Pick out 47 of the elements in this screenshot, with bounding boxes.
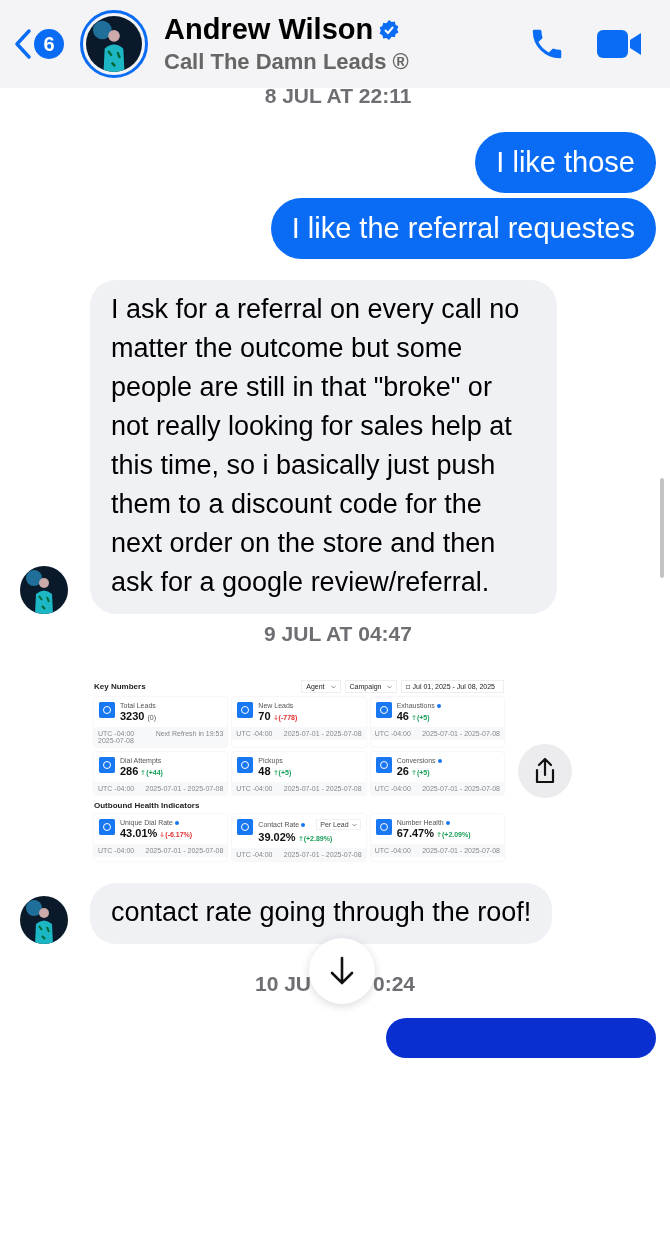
stat-icon bbox=[237, 819, 254, 835]
received-message: contact rate going through the roof! bbox=[90, 883, 553, 944]
chevron-down-icon bbox=[330, 684, 336, 689]
stat-value: 48 bbox=[258, 765, 271, 777]
arrow-up-icon bbox=[141, 770, 146, 775]
arrow-up-icon bbox=[273, 770, 278, 775]
scroll-down-button[interactable] bbox=[309, 938, 375, 1004]
stat-icon bbox=[375, 702, 392, 718]
video-camera-icon bbox=[596, 28, 642, 60]
arrow-down-icon bbox=[273, 715, 278, 720]
sent-message: I like the referral requestes bbox=[270, 198, 656, 259]
arrow-down-icon bbox=[329, 956, 355, 986]
stat-value: 67.47% bbox=[396, 827, 434, 839]
calendar-icon bbox=[406, 684, 411, 689]
section-title: Outbound Health Indicators bbox=[94, 801, 201, 810]
arrow-up-icon bbox=[436, 832, 441, 837]
stat-value: 70 bbox=[258, 710, 271, 722]
arrow-up-icon bbox=[411, 770, 416, 775]
arrow-down-icon bbox=[160, 832, 165, 837]
chevron-down-icon bbox=[387, 684, 393, 689]
stat-icon bbox=[375, 819, 392, 835]
timestamp: 8 JUL AT 22:11 bbox=[264, 84, 412, 108]
arrow-up-icon bbox=[411, 715, 416, 720]
timestamp: 9 JUL AT 04:47 bbox=[264, 622, 412, 646]
stat-icon bbox=[99, 819, 115, 835]
contact-subtitle: Call The Damn Leads ® bbox=[164, 49, 410, 75]
stat-value: 43.01% bbox=[120, 827, 158, 839]
stat-icon bbox=[99, 757, 115, 773]
received-message: I ask for a referral on every call no matter the outcome but some people are still in that "broke" or not really looking for sales help at this time, so i basically just push them to a discount code for the next order on the store and then ask for a google review/referral. bbox=[90, 280, 557, 614]
timestamp: 10 JU bbox=[254, 972, 311, 996]
stat-icon bbox=[99, 702, 115, 718]
stat-value: 39.02% bbox=[258, 831, 296, 843]
stat-value: 46 bbox=[396, 710, 409, 722]
stat-icon bbox=[375, 757, 392, 773]
dashboard-title: Key Numbers bbox=[94, 682, 147, 691]
stat-icon bbox=[237, 702, 254, 718]
stat-value: 3230 bbox=[120, 710, 145, 722]
stat-value: 286 bbox=[120, 765, 139, 777]
contact-name: Andrew Wilson bbox=[164, 13, 374, 46]
stat-icon bbox=[237, 757, 254, 773]
stat-value: 26 bbox=[396, 765, 409, 777]
sent-message: I like those bbox=[475, 132, 656, 193]
share-icon bbox=[533, 756, 557, 785]
back-icon bbox=[14, 28, 32, 60]
arrow-up-icon bbox=[298, 836, 303, 841]
chevron-down-icon bbox=[351, 822, 357, 827]
timestamp: 0:24 bbox=[373, 972, 416, 996]
